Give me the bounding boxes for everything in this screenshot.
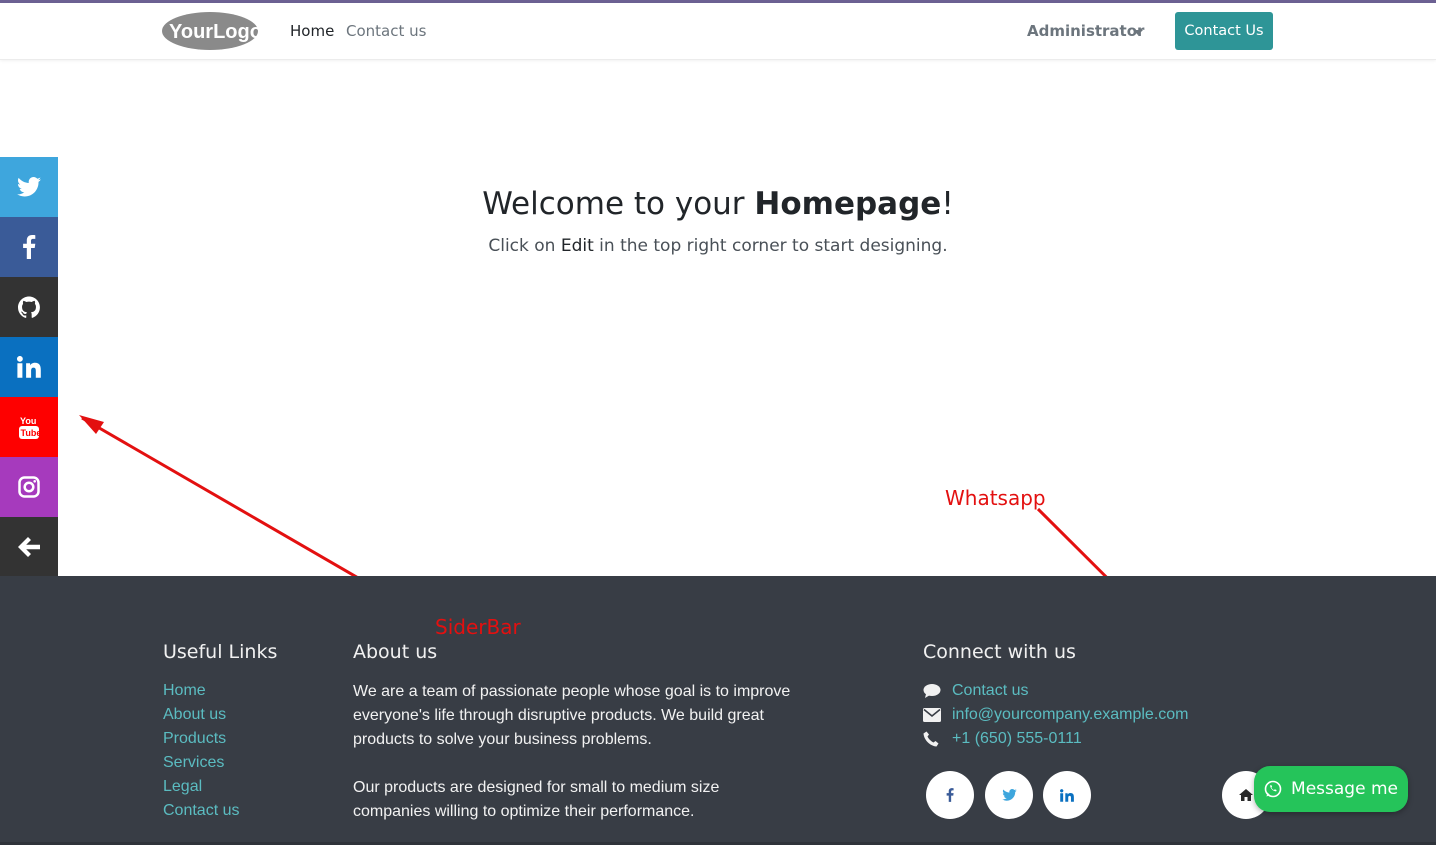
about-us-paragraph-1: We are a team of passionate people whose… (353, 683, 791, 748)
twitter-icon (1001, 789, 1017, 801)
about-us-title: About us (353, 641, 438, 663)
annotation-arrowhead-sidebar (79, 415, 104, 434)
connect-title: Connect with us (923, 641, 1076, 663)
footer-linkedin-button[interactable] (1043, 771, 1091, 819)
phone-icon (923, 730, 943, 748)
useful-links-title: Useful Links (163, 641, 278, 663)
footer-link-contact-us[interactable]: Contact us (163, 802, 239, 820)
footer-twitter-button[interactable] (985, 771, 1033, 819)
whatsapp-message-button[interactable]: Message me (1254, 766, 1408, 812)
annotation-sidebar-label: SiderBar (435, 615, 521, 639)
footer-link-about-us[interactable]: About us (163, 706, 226, 724)
whatsapp-icon (1264, 780, 1282, 798)
linkedin-icon (1060, 788, 1074, 802)
annotation-whatsapp-label: Whatsapp (945, 486, 1046, 510)
contact-us-link[interactable]: Contact us (952, 682, 1028, 700)
comment-icon (923, 682, 943, 700)
contact-row-email: info@yourcompany.example.com (923, 703, 1189, 727)
footer-facebook-button[interactable] (926, 771, 974, 819)
whatsapp-button-label: Message me (1291, 779, 1398, 799)
footer-link-home[interactable]: Home (163, 682, 206, 700)
about-us-paragraph-2: Our products are designed for small to m… (353, 779, 720, 820)
email-link[interactable]: info@yourcompany.example.com (952, 706, 1189, 724)
footer-link-services[interactable]: Services (163, 754, 224, 772)
contact-row-chat: Contact us (923, 679, 1028, 703)
footer-link-legal[interactable]: Legal (163, 778, 202, 796)
phone-link[interactable]: +1 (650) 555-0111 (952, 730, 1082, 748)
home-icon (1239, 789, 1253, 801)
facebook-icon (946, 788, 954, 802)
envelope-icon (923, 706, 943, 724)
contact-row-phone: +1 (650) 555-0111 (923, 727, 1082, 751)
footer-link-products[interactable]: Products (163, 730, 226, 748)
